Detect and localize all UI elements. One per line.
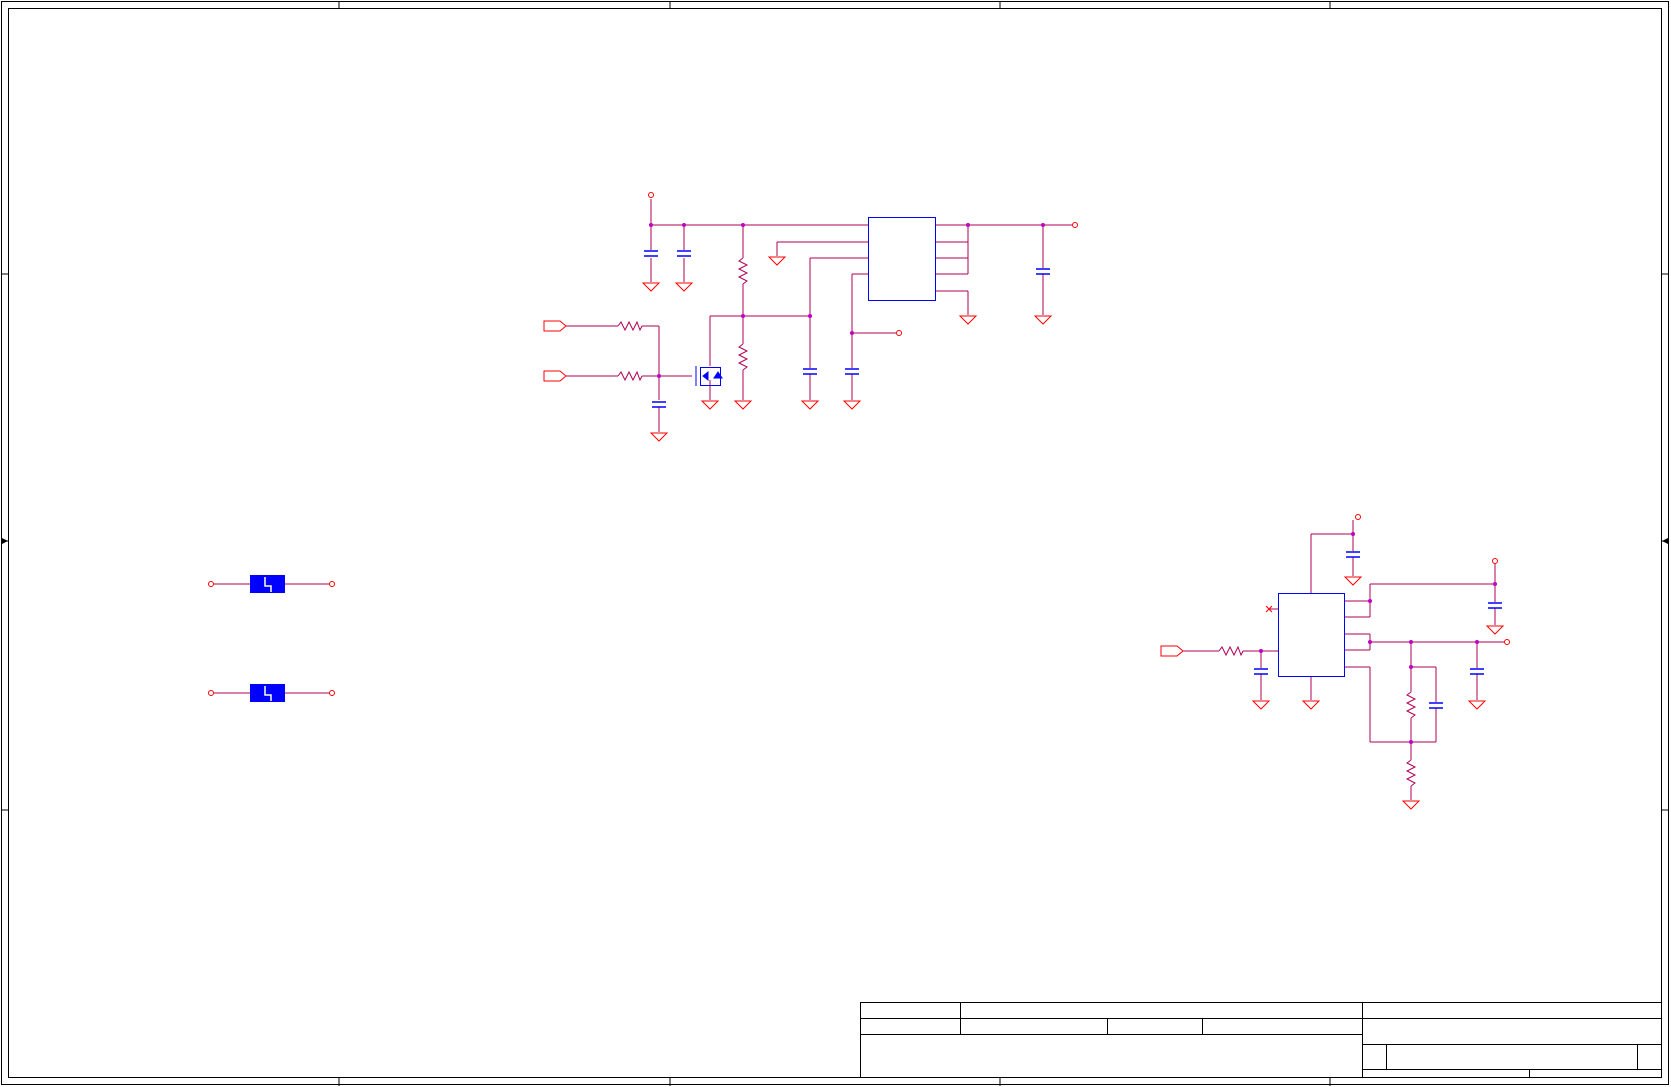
input-port-flag[interactable] — [543, 320, 567, 332]
ground-symbol — [1401, 800, 1421, 810]
junction-dot — [850, 331, 854, 335]
ground-symbol — [1485, 625, 1505, 635]
ground-symbol — [1251, 700, 1271, 710]
schematic-canvas — [1, 1, 1669, 1086]
regulator-ic-2 — [1278, 593, 1345, 677]
title-block — [860, 1002, 1662, 1078]
resistor — [1218, 645, 1244, 657]
junction-dot — [1493, 582, 1497, 586]
ground-symbol — [767, 256, 787, 266]
power-net-marker[interactable] — [648, 192, 654, 198]
ground-symbol — [641, 282, 661, 292]
net-tie-block — [250, 684, 285, 702]
junction-dot — [1368, 599, 1372, 603]
power-net-marker[interactable] — [1492, 558, 1498, 564]
circuit2-wires — [1183, 520, 1504, 800]
circuit1-resistors — [617, 257, 749, 382]
ground-symbol — [1467, 700, 1487, 710]
outer-border — [1, 1, 1669, 1085]
net-tie-markers — [208, 581, 335, 696]
junction-dot — [1475, 640, 1479, 644]
mosfet — [695, 366, 723, 386]
junction-dot — [1368, 640, 1372, 644]
ground-symbol — [1343, 576, 1363, 586]
junction-dot — [1409, 665, 1413, 669]
net-marker[interactable] — [329, 690, 335, 696]
resistor — [617, 370, 643, 382]
circuit1-net-markers — [648, 192, 1078, 336]
circuit2-capacitors — [1254, 551, 1502, 709]
sheet-frame — [1, 1, 1669, 1086]
net-marker[interactable] — [208, 690, 214, 696]
mosfet-arrow — [702, 370, 709, 382]
net-tie-block — [250, 575, 285, 593]
circuit-regulator-top — [543, 192, 1078, 442]
net-tie-1 — [250, 575, 285, 593]
power-net-marker[interactable] — [1355, 514, 1361, 520]
junction-dot — [741, 223, 745, 227]
circuit1-capacitors — [644, 250, 1050, 408]
resistor — [1405, 691, 1417, 719]
ground-symbol — [842, 400, 862, 410]
output-net-marker[interactable] — [1072, 222, 1078, 228]
resistor — [737, 343, 749, 371]
regulator-ic — [868, 217, 936, 301]
circuit1-wires — [566, 199, 1072, 432]
net-tie-wires — [214, 583, 329, 694]
junction-dot — [649, 223, 653, 227]
net-marker[interactable] — [896, 330, 902, 336]
junction-dot — [808, 314, 812, 318]
ground-symbol — [700, 400, 720, 410]
circuit2-net-markers — [1355, 514, 1510, 645]
ground-symbol — [1033, 315, 1053, 325]
ground-symbol — [674, 282, 694, 292]
circuit2-resistors — [1218, 645, 1417, 787]
circuit1-junctions — [649, 223, 1045, 378]
net-ties — [208, 575, 335, 702]
circuit1-grounds — [641, 256, 1053, 442]
resistor — [617, 320, 643, 332]
schematic-sheet — [0, 0, 1671, 1087]
resistor — [737, 257, 749, 285]
zone-arrow-left — [2, 538, 8, 544]
input-port-flag[interactable] — [1160, 645, 1184, 657]
net-marker[interactable] — [208, 581, 214, 587]
junction-dot — [966, 223, 970, 227]
circuit-regulator-right — [1160, 514, 1510, 810]
input-port-flag[interactable] — [543, 370, 567, 382]
junction-dot — [1259, 649, 1263, 653]
junction-dot — [741, 314, 745, 318]
ground-symbol — [649, 432, 669, 442]
net-marker[interactable] — [329, 581, 335, 587]
ground-symbol — [733, 400, 753, 410]
junction-dot — [1351, 532, 1355, 536]
junction-dot — [657, 374, 661, 378]
junction-dot — [682, 223, 686, 227]
junction-dot — [1409, 740, 1413, 744]
junction-dot — [1041, 223, 1045, 227]
circuit1-input-flags — [543, 320, 567, 382]
inner-border — [8, 8, 1662, 1078]
ground-symbol — [958, 315, 978, 325]
net-tie-2 — [250, 684, 285, 702]
resistor — [1405, 759, 1417, 787]
circuit2-junctions — [1259, 532, 1497, 744]
circuit2-grounds — [1251, 576, 1505, 810]
ground-symbol — [1301, 700, 1321, 710]
output-net-marker[interactable] — [1504, 639, 1510, 645]
title-block-outline — [860, 1002, 1662, 1078]
junction-dot — [1409, 640, 1413, 644]
ground-symbol — [800, 400, 820, 410]
zone-arrow-right — [1662, 538, 1668, 544]
